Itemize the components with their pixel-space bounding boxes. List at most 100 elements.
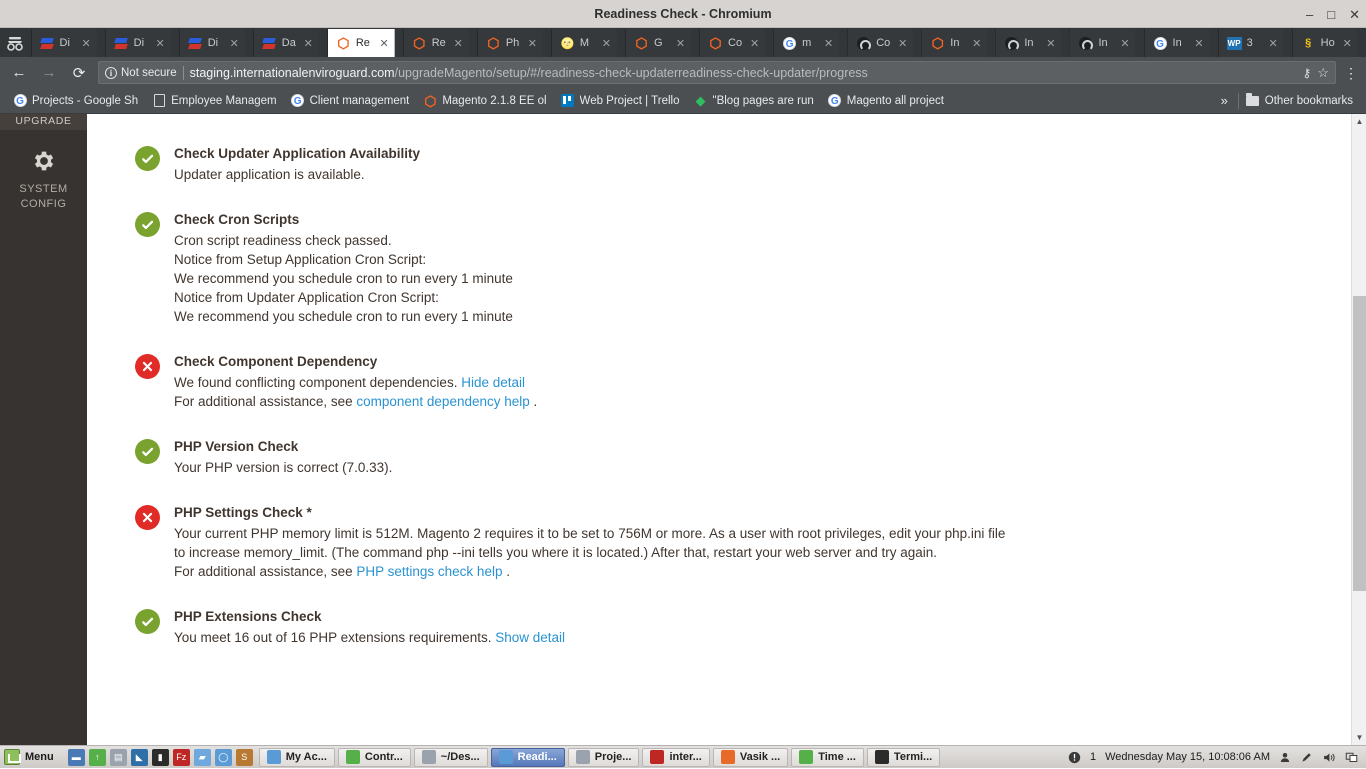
assistance-help-link[interactable]: PHP settings check help [356, 564, 502, 579]
tab-close-icon[interactable]: ✕ [526, 37, 539, 50]
workspace-icon[interactable] [1345, 751, 1358, 763]
taskbar-window-button[interactable]: ~/Des... [413, 747, 488, 767]
tab-title: Re [355, 37, 370, 49]
readiness-check-assistance: For additional assistance, see component… [174, 392, 537, 411]
page-scrollbar[interactable]: ▲ ▼ [1351, 114, 1366, 745]
browser-tab[interactable]: ⬡ Re ✕ [402, 29, 469, 57]
tab-close-icon[interactable]: ✕ [748, 37, 761, 50]
other-bookmarks-button[interactable]: Other bookmarks [1239, 90, 1360, 112]
browser-tab[interactable]: ⬡ Re ✕ [326, 29, 395, 57]
clock[interactable]: Wednesday May 15, 10:08:06 AM [1105, 751, 1270, 763]
tab-close-icon[interactable]: ✕ [228, 37, 241, 50]
bookmark-item[interactable]: G Projects - Google Sh [6, 90, 145, 112]
sublime-icon[interactable]: S [235, 748, 253, 766]
chromium-icon[interactable]: ◯ [214, 748, 232, 766]
tab-close-icon[interactable]: ✕ [674, 37, 687, 50]
chrome-menu-icon[interactable]: ⋮ [1344, 66, 1358, 80]
browser-tab[interactable]: Di ✕ [30, 29, 97, 57]
browser-tab[interactable]: Di ✕ [104, 29, 171, 57]
address-bar[interactable]: i Not secure staging.internationalenviro… [98, 61, 1336, 84]
image-viewer-icon[interactable]: ▤ [109, 748, 127, 766]
bookmark-item[interactable]: G Client management [284, 90, 417, 112]
taskbar-window-button[interactable]: Readi... [490, 747, 565, 767]
tab-close-icon[interactable]: ✕ [896, 37, 909, 50]
vscode-icon[interactable]: ◣ [130, 748, 148, 766]
tab-close-icon[interactable]: ✕ [378, 37, 391, 50]
browser-tab[interactable]: Gm ✕ [773, 29, 840, 57]
browser-tab[interactable]: In ✕ [995, 29, 1062, 57]
browser-tab[interactable]: Di ✕ [178, 29, 245, 57]
browser-tab[interactable]: G In ✕ [1143, 29, 1210, 57]
tab-close-icon[interactable]: ✕ [1267, 37, 1280, 50]
browser-tab[interactable]: Co ✕ [847, 29, 914, 57]
tab-close-icon[interactable]: ✕ [1341, 37, 1354, 50]
bookmark-item[interactable]: Web Project | Trello [554, 90, 687, 112]
taskbar-window-button[interactable]: inter... [642, 747, 710, 767]
taskbar-window-button[interactable]: Termi... [866, 747, 941, 767]
tab-close-icon[interactable]: ✕ [822, 37, 835, 50]
readiness-check-message: Your PHP version is correct (7.0.33). [174, 460, 393, 475]
pen-icon[interactable] [1300, 751, 1313, 764]
browser-tab[interactable]: Da ✕ [252, 29, 319, 57]
key-icon[interactable]: ⚷ [1297, 66, 1312, 80]
close-button[interactable]: ✕ [1349, 8, 1360, 21]
check-circle-icon [135, 146, 160, 171]
sidebar-item-system-config[interactable]: SYSTEM CONFIG [0, 130, 87, 226]
taskbar-window-button[interactable]: Contr... [337, 747, 411, 767]
browser-tab[interactable]: ⬡ In ✕ [921, 29, 988, 57]
terminal-icon[interactable]: ▮ [151, 748, 169, 766]
taskbar-window-button[interactable]: Time ... [791, 747, 864, 767]
bookmark-item[interactable]: ⬡ Magento 2.1.8 EE ol [416, 90, 553, 112]
tab-close-icon[interactable]: ✕ [1044, 37, 1057, 50]
url-domain: staging.internationalenviroguard.com [189, 65, 395, 80]
user-icon[interactable] [1279, 751, 1291, 764]
reload-button[interactable]: ⟳ [68, 62, 90, 84]
bookmarks-overflow-button[interactable]: » [1211, 93, 1238, 108]
tab-close-icon[interactable]: ✕ [600, 37, 613, 50]
tab-title: m [802, 37, 812, 49]
tab-close-icon[interactable]: ✕ [1193, 37, 1206, 50]
tab-close-icon[interactable]: ✕ [452, 37, 465, 50]
tab-title: Co [876, 37, 891, 49]
filezilla-icon[interactable]: Fz [172, 748, 190, 766]
tab-close-icon[interactable]: ✕ [970, 37, 983, 50]
browser-tab[interactable]: In ✕ [1069, 29, 1136, 57]
bookmark-item[interactable]: ◆ "Blog pages are run [686, 90, 820, 112]
notification-count[interactable]: 1 [1090, 751, 1096, 763]
tab-close-icon[interactable]: ✕ [80, 37, 93, 50]
bookmark-item[interactable]: G Magento all project [821, 90, 951, 112]
update-manager-icon[interactable]: ↑ [88, 748, 106, 766]
minimize-button[interactable]: – [1306, 8, 1313, 21]
taskbar-window-button[interactable]: My Ac... [258, 747, 335, 767]
detail-toggle-link[interactable]: Show detail [495, 630, 565, 645]
sidebar-item-upgrade[interactable]: UPGRADE [0, 114, 87, 130]
browser-tab[interactable]: ⬡ Co ✕ [699, 29, 766, 57]
scroll-up-arrow[interactable]: ▲ [1352, 114, 1366, 129]
volume-icon[interactable] [1322, 751, 1336, 764]
maximize-button[interactable]: □ [1327, 8, 1335, 21]
show-desktop-icon[interactable]: ▬ [67, 748, 85, 766]
taskbar-window-button[interactable]: Vasik ... [712, 747, 789, 767]
notification-icon[interactable] [1068, 751, 1081, 764]
readiness-check-body: PHP Settings Check * Your current PHP mem… [174, 503, 1005, 581]
bookmark-item[interactable]: Employee Managem [145, 90, 283, 112]
browser-tab[interactable]: ⬡ G ✕ [624, 29, 691, 57]
assistance-help-link[interactable]: component dependency help [356, 394, 529, 409]
bookmark-star-icon[interactable]: ☆ [1317, 65, 1329, 81]
file-manager-icon[interactable]: ▰ [193, 748, 211, 766]
browser-tab[interactable]: 🌝 M ✕ [550, 29, 617, 57]
forward-button[interactable]: → [38, 62, 60, 84]
scroll-down-arrow[interactable]: ▼ [1352, 730, 1366, 745]
tab-close-icon[interactable]: ✕ [1118, 37, 1131, 50]
scrollbar-thumb[interactable] [1353, 296, 1366, 591]
tab-close-icon[interactable]: ✕ [154, 37, 167, 50]
browser-tab[interactable]: WP 3 ✕ [1217, 29, 1284, 57]
back-button[interactable]: ← [8, 62, 30, 84]
detail-toggle-link[interactable]: Hide detail [461, 375, 525, 390]
browser-tab[interactable]: ⬡ Ph ✕ [476, 29, 543, 57]
tab-close-icon[interactable]: ✕ [302, 37, 315, 50]
browser-tab[interactable]: § Ho ✕ [1291, 29, 1358, 57]
start-menu-button[interactable]: Menu [0, 746, 62, 769]
security-chip[interactable]: i Not secure [105, 66, 177, 79]
taskbar-window-button[interactable]: Proje... [567, 747, 640, 767]
